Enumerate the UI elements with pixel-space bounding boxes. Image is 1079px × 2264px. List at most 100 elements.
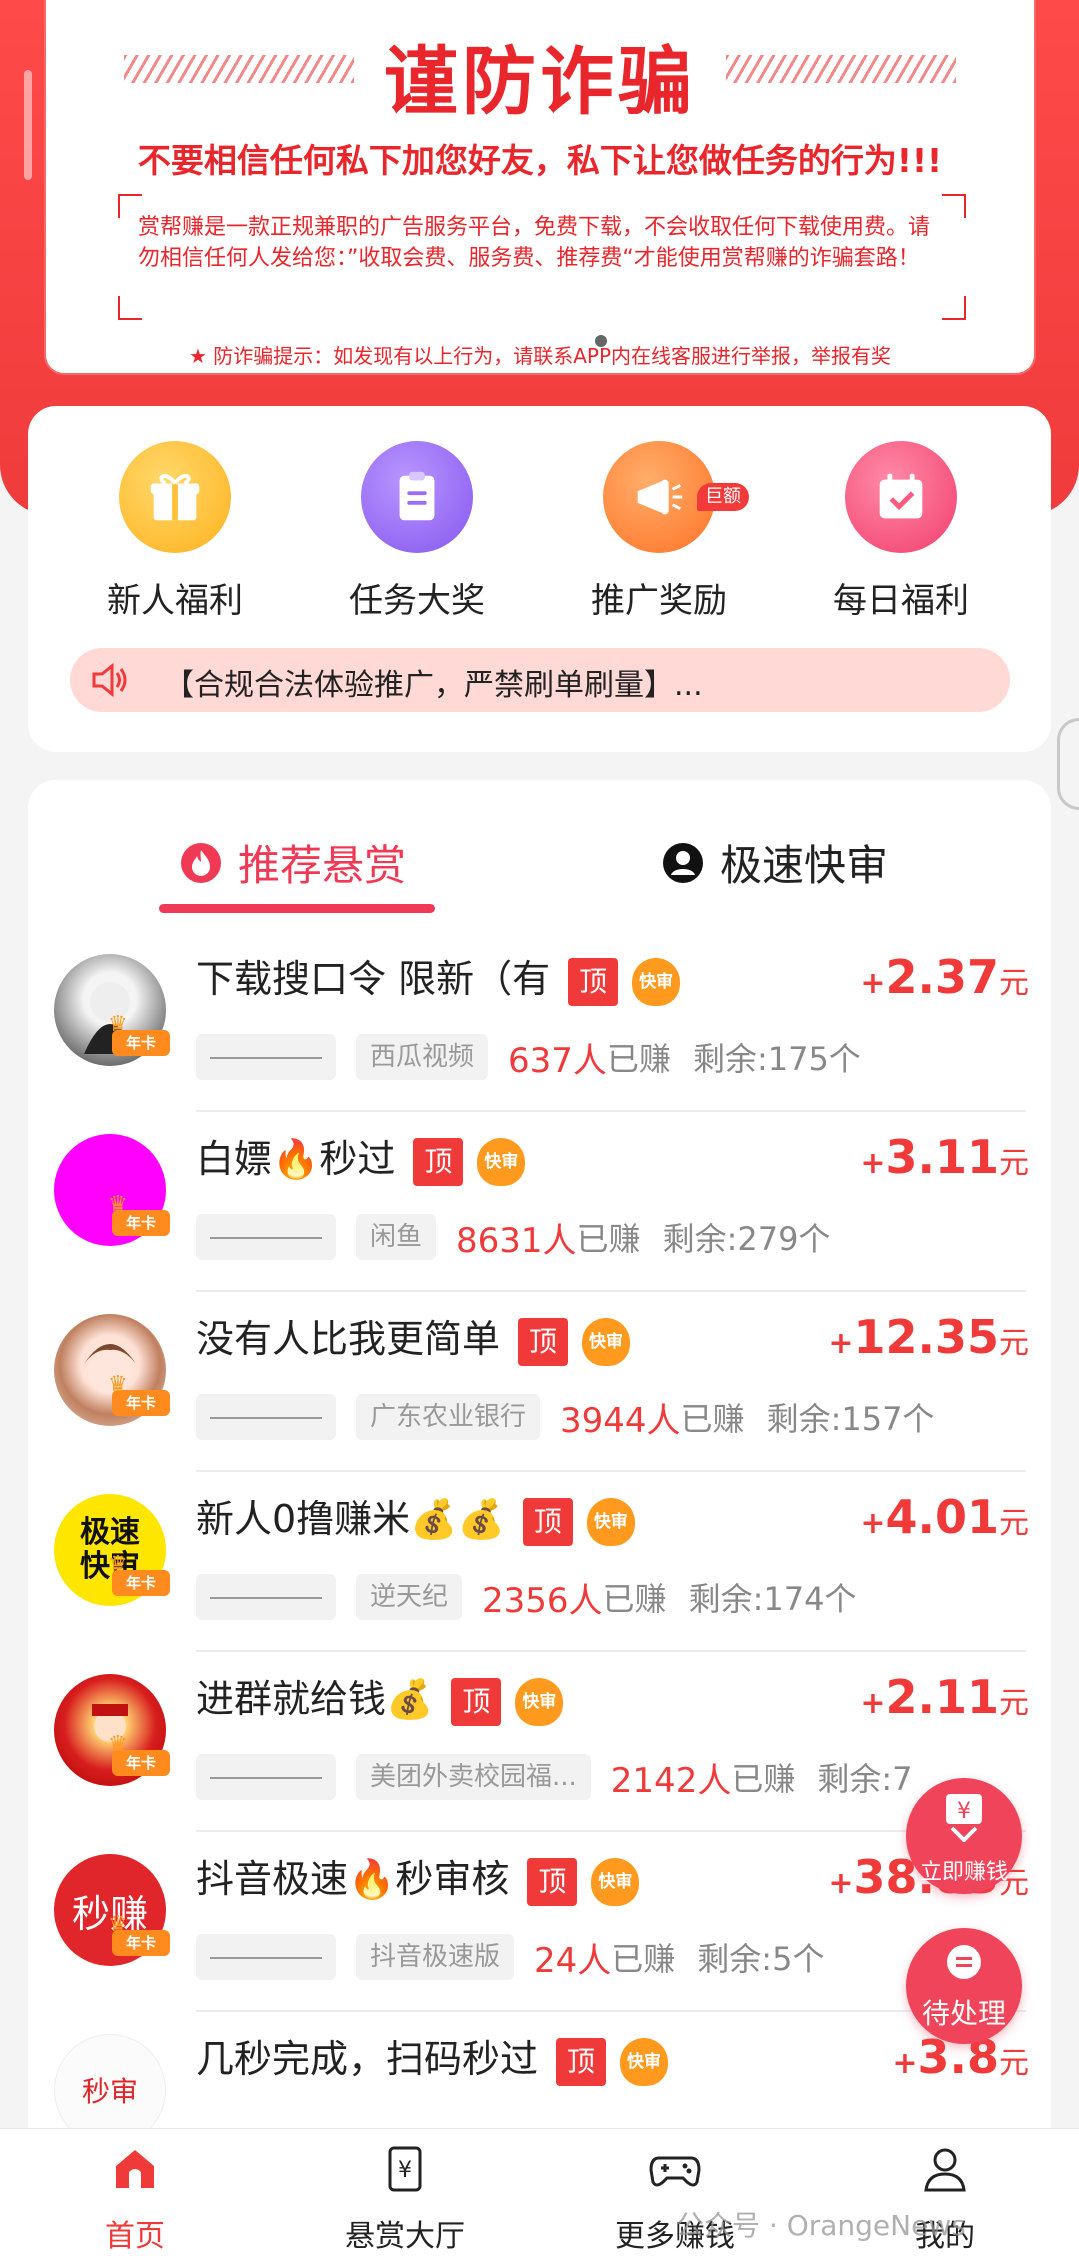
earned-count: 8631人 — [456, 1220, 577, 1261]
annual-card-badge: 年卡 — [108, 1192, 170, 1236]
task-reward: +2.11元 — [860, 1670, 1029, 1724]
task-reward: +3.11元 — [860, 1130, 1029, 1184]
quick-action-label: 任务大奖 — [349, 581, 485, 621]
notice-bar[interactable]: 【合规合法体验推广，严禁刷单刷量】... — [70, 648, 1010, 712]
task-meta: 闲鱼 8631人 已赚 剩余:279个 — [196, 1214, 831, 1261]
fast-review-badge: 快审 — [582, 1317, 631, 1366]
task-category: 广东农业银行 — [356, 1394, 541, 1440]
fast-review-badge: 快审 — [591, 1857, 640, 1906]
task-category: 西瓜视频 — [356, 1034, 489, 1080]
fast-review-badge: 快审 — [515, 1677, 564, 1726]
annual-card-badge: 年卡 — [108, 1732, 170, 1776]
task-row[interactable]: 年卡 下载搜口令 限新（有顶快审 +2.37元 西瓜视频 637人已赚 剩余:1… — [28, 932, 1051, 1112]
earned-count: 637人 — [508, 1040, 607, 1081]
miaozhuan-avatar: 秒赚 年卡 — [54, 1854, 170, 1966]
task-reward: +12.35元 — [828, 1310, 1029, 1364]
earned-count: 2142人 — [610, 1760, 732, 1801]
fast-review-badge: 快审 — [620, 2037, 669, 2086]
task-reward: +2.37元 — [860, 950, 1029, 1004]
task-row[interactable]: 年卡 白嫖🔥秒过顶快审 +3.11元 闲鱼 8631人已赚 剩余:279个 — [28, 1112, 1051, 1292]
tab-recommended[interactable]: 推荐悬赏 — [180, 832, 406, 893]
task-list-card: 推荐悬赏 极速快审 年卡 下载搜口令 限新（有顶快审 +2.37元 西瓜视频 6… — [28, 780, 1051, 2180]
warning-title: 谨防诈骗 — [384, 39, 696, 125]
profile-icon — [917, 2141, 973, 2197]
task-category: 闲鱼 — [356, 1214, 437, 1260]
top-badge: 顶 — [451, 1677, 502, 1726]
fraud-warning-card: 谨防诈骗 不要相信任何私下加您好友，私下让您做任务的行为!!! 赏帮赚是一款正规… — [44, 0, 1036, 375]
publisher-pill — [196, 1574, 336, 1620]
fast-review-badge: 快审 — [586, 1497, 635, 1546]
quick-action-promotion[interactable]: 巨额 推广奖励 — [559, 441, 759, 622]
remaining-count: 剩余:174个 — [688, 1580, 857, 1618]
task-reward: +4.01元 — [860, 1490, 1029, 1544]
remaining-count: 剩余:157个 — [766, 1400, 935, 1438]
quick-action-label: 推广奖励 — [591, 581, 727, 621]
task-meta: 西瓜视频 637人 已赚 剩余:175个 — [196, 1034, 861, 1081]
annual-card-badge: 年卡 — [108, 1372, 170, 1416]
publisher-pill — [196, 1754, 336, 1800]
tab-label: 极速快审 — [720, 841, 889, 890]
task-title: 没有人比我更简单顶快审 — [196, 1308, 631, 1366]
flame-icon — [181, 842, 221, 883]
fast-review-badge: 快审 — [477, 1137, 526, 1186]
yen-icon: ¥ — [946, 1794, 982, 1842]
task-category: 逆天纪 — [356, 1574, 463, 1620]
clipboard-icon — [361, 441, 473, 553]
publisher-pill — [196, 1214, 336, 1260]
quick-actions-card: 新人福利 任务大奖 巨额 推广奖励 每日福利 【合规合法体验推广，严禁刷单刷量】… — [28, 406, 1051, 752]
task-row[interactable]: 极速快审 年卡 新人0撸赚米💰💰顶快审 +4.01元 逆天纪 2356人已赚 剩… — [28, 1472, 1051, 1652]
magenta-avatar: 年卡 — [54, 1134, 170, 1246]
fast-review-badge: 快审 — [632, 957, 681, 1006]
task-title: 白嫖🔥秒过顶快审 — [196, 1128, 526, 1186]
task-meta: 广东农业银行 3944人 已赚 剩余:157个 — [196, 1394, 935, 1441]
tab-fast-review[interactable]: 极速快审 — [662, 832, 888, 893]
task-row[interactable]: 年卡 进群就给钱💰顶快审 +2.11元 美团外卖校园福... 2142人已赚 剩… — [28, 1652, 1051, 1832]
annual-card-badge: 年卡 — [108, 1912, 170, 1956]
task-row[interactable]: 秒赚 年卡 抖音极速🔥秒审核顶快审 +38.83元 抖音极速版 24人已赚 剩余… — [28, 1832, 1051, 2012]
yen-tag-icon: ¥ — [377, 2141, 433, 2197]
remaining-count: 剩余:175个 — [692, 1040, 861, 1078]
top-badge: 顶 — [522, 1497, 573, 1546]
tab-active-indicator — [159, 904, 435, 913]
earn-now-button[interactable]: ¥ 立即赚钱 — [906, 1778, 1022, 1894]
task-row[interactable]: 年卡 没有人比我更简单顶快审 +12.35元 广东农业银行 3944人已赚 剩余… — [28, 1292, 1051, 1472]
publisher-pill — [196, 1934, 336, 1980]
gamepad-icon — [647, 2141, 703, 2197]
svg-text:¥: ¥ — [398, 2158, 412, 2183]
annual-card-badge: 年卡 — [108, 1012, 170, 1056]
quick-action-daily[interactable]: 每日福利 — [801, 441, 1001, 622]
task-title: 抖音极速🔥秒审核顶快审 — [196, 1848, 640, 1906]
annual-card-badge: 年卡 — [108, 1552, 170, 1596]
top-badge: 顶 — [518, 1317, 569, 1366]
task-title: 几秒完成，扫码秒过顶快审 — [196, 2028, 669, 2086]
remaining-count: 剩余:7 — [817, 1760, 913, 1798]
quick-action-task-prize[interactable]: 任务大奖 — [317, 441, 517, 622]
task-meta: 抖音极速版 24人 已赚 剩余:5个 — [196, 1934, 825, 1981]
task-category: 美团外卖校园福... — [356, 1754, 591, 1800]
nav-home[interactable]: 首页 — [35, 2141, 235, 2255]
side-drawer-handle[interactable] — [1057, 718, 1079, 810]
pending-button[interactable]: 待处理 — [906, 1928, 1022, 2044]
quick-action-newbie[interactable]: 新人福利 — [75, 441, 275, 622]
earned-count: 24人 — [534, 1940, 612, 1981]
nav-reward-hall[interactable]: ¥ 悬赏大厅 — [305, 2141, 505, 2255]
huge-badge: 巨额 — [697, 483, 749, 511]
watermark: 公众号 · OrangeNews — [676, 2209, 966, 2242]
task-title: 新人0撸赚米💰💰 顶快审 — [196, 1488, 635, 1546]
earned-count: 2356人 — [482, 1580, 603, 1621]
girl-avatar: 年卡 — [54, 1314, 170, 1426]
quick-action-label: 新人福利 — [107, 581, 243, 621]
gift-icon — [119, 441, 231, 553]
task-category: 抖音极速版 — [356, 1934, 515, 1980]
remaining-count: 剩余:5个 — [697, 1940, 825, 1978]
task-meta: 美团外卖校园福... 2142人 已赚 剩余:7 — [196, 1754, 913, 1801]
warning-body: 赏帮赚是一款正规兼职的广告服务平台，免费下载，不会收取任何下载使用费。请勿相信任… — [138, 215, 931, 271]
publisher-pill — [196, 1394, 336, 1440]
tab-label: 推荐悬赏 — [238, 841, 407, 890]
quick-action-label: 每日福利 — [833, 581, 969, 621]
publisher-pill — [196, 1034, 336, 1080]
earned-count: 3944人 — [560, 1400, 681, 1441]
calendar-check-icon — [845, 441, 957, 553]
svg-text:¥: ¥ — [957, 1799, 971, 1824]
remaining-count: 剩余:279个 — [662, 1220, 831, 1258]
